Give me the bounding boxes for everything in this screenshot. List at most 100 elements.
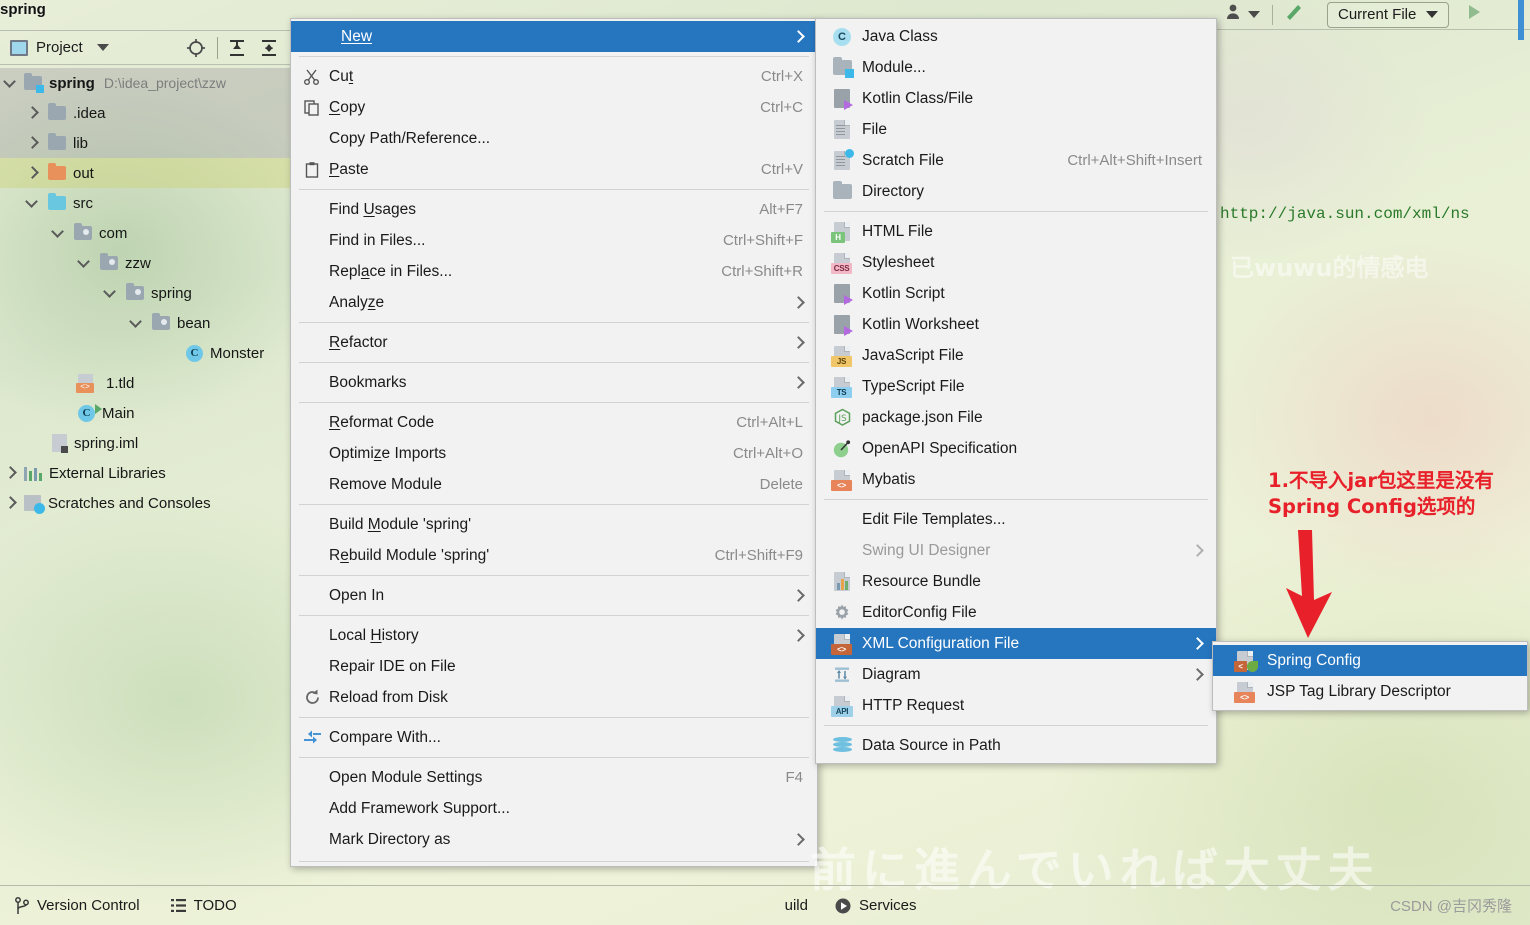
- collapse-all-icon[interactable]: [256, 35, 282, 61]
- menu-item-find-usages[interactable]: Find Usages Alt+F7: [291, 194, 817, 225]
- chevron-right-icon[interactable]: [4, 467, 16, 479]
- project-tree[interactable]: spring D:\idea_project\zzw .idea lib out: [0, 68, 290, 518]
- menu-item-directory[interactable]: Directory: [816, 176, 1216, 207]
- tree-item-com[interactable]: com: [0, 218, 290, 248]
- chevron-down-icon[interactable]: [130, 317, 142, 329]
- menu-item-bookmarks[interactable]: Bookmarks: [291, 367, 817, 398]
- menu-item-typescript-file[interactable]: TS TypeScript File: [816, 371, 1216, 402]
- editor-scrollbar[interactable]: [1518, 0, 1524, 40]
- tree-item-external-libraries[interactable]: External Libraries: [0, 458, 290, 488]
- menu-item-diagram[interactable]: Diagram: [816, 659, 1216, 690]
- chevron-down-icon[interactable]: [1426, 11, 1439, 18]
- run-configuration-selector[interactable]: Current File: [1327, 1, 1450, 28]
- menu-item-shortcut: F4: [785, 769, 803, 786]
- run-icon[interactable]: [1463, 2, 1483, 27]
- menu-item-analyze[interactable]: Analyze: [291, 287, 817, 318]
- status-bar-version-control[interactable]: Version Control: [14, 896, 140, 915]
- menu-item-rebuild-module[interactable]: Rebuild Module 'spring' Ctrl+Shift+F9: [291, 540, 817, 571]
- menu-item-cut[interactable]: Cut Ctrl+X: [291, 61, 817, 92]
- menu-item-openapi-specification[interactable]: OpenAPI Specification: [816, 433, 1216, 464]
- menu-item-label: HTTP Request: [862, 696, 965, 714]
- menu-item-find-in-files[interactable]: Find in Files... Ctrl+Shift+F: [291, 225, 817, 256]
- tree-item-main[interactable]: C Main: [0, 398, 290, 428]
- chevron-down-icon[interactable]: [4, 77, 16, 89]
- tree-item-1-tld[interactable]: <> 1.tld: [0, 368, 290, 398]
- chevron-right-icon[interactable]: [4, 497, 16, 509]
- status-bar-services[interactable]: Services: [834, 897, 917, 915]
- menu-item-package-json-file[interactable]: JS package.json File: [816, 402, 1216, 433]
- menu-item-xml-configuration-file[interactable]: <> XML Configuration File: [816, 628, 1216, 659]
- tree-item-monster[interactable]: C Monster: [0, 338, 290, 368]
- menu-item-replace-in-files[interactable]: Replace in Files... Ctrl+Shift+R: [291, 256, 817, 287]
- menu-item-scratch-file[interactable]: Scratch File Ctrl+Alt+Shift+Insert: [816, 145, 1216, 176]
- menu-item-repair-ide-on-file[interactable]: Repair IDE on File: [291, 651, 817, 682]
- libraries-icon: [24, 465, 42, 481]
- updates-icon[interactable]: [1283, 1, 1305, 28]
- tree-item-bean[interactable]: bean: [0, 308, 290, 338]
- menu-item-module[interactable]: Module...: [816, 52, 1216, 83]
- tree-item-spring-root[interactable]: spring D:\idea_project\zzw: [0, 68, 290, 98]
- tree-item-label: src: [73, 194, 93, 212]
- menu-item-reformat-code[interactable]: Reformat Code Ctrl+Alt+L: [291, 407, 817, 438]
- tree-item-spring-pkg[interactable]: spring: [0, 278, 290, 308]
- chevron-right-icon[interactable]: [26, 137, 38, 149]
- chevron-down-icon[interactable]: [52, 227, 64, 239]
- chevron-right-icon[interactable]: [26, 167, 38, 179]
- menu-item-label: Kotlin Class/File: [862, 89, 974, 107]
- menu-item-copy[interactable]: Copy Ctrl+C: [291, 92, 817, 123]
- xml-configuration-submenu[interactable]: < Spring Config <> JSP Tag Library Descr…: [1212, 641, 1528, 711]
- menu-item-reload-from-disk[interactable]: Reload from Disk: [291, 682, 817, 713]
- menu-item-file[interactable]: File: [816, 114, 1216, 145]
- tree-item-zzw[interactable]: zzw: [0, 248, 290, 278]
- tree-item-spring-iml[interactable]: spring.iml: [0, 428, 290, 458]
- menu-item-build-module[interactable]: Build Module 'spring': [291, 509, 817, 540]
- menu-item-kotlin-worksheet[interactable]: Kotlin Worksheet: [816, 309, 1216, 340]
- status-bar-todo[interactable]: TODO: [170, 897, 237, 914]
- tree-item-src[interactable]: src: [0, 188, 290, 218]
- menu-item-remove-module[interactable]: Remove Module Delete: [291, 469, 817, 500]
- expand-all-icon[interactable]: [224, 35, 250, 61]
- status-bar-build[interactable]: uild: [785, 897, 808, 914]
- new-submenu[interactable]: C Java Class Module... Kotlin Class/File…: [815, 18, 1217, 764]
- menu-item-java-class[interactable]: C Java Class: [816, 21, 1216, 52]
- menu-item-kotlin-script[interactable]: Kotlin Script: [816, 278, 1216, 309]
- menu-item-stylesheet[interactable]: CSS Stylesheet: [816, 247, 1216, 278]
- context-menu[interactable]: New Cut Ctrl+X Copy Ctrl+C Copy Path/Ref…: [290, 18, 818, 867]
- tree-item-out[interactable]: out: [0, 158, 290, 188]
- menu-item-editorconfig-file[interactable]: EditorConfig File: [816, 597, 1216, 628]
- menu-item-optimize-imports[interactable]: Optimize Imports Ctrl+Alt+O: [291, 438, 817, 469]
- chevron-down-icon[interactable]: [104, 287, 116, 299]
- menu-item-data-source-in-path[interactable]: Data Source in Path: [816, 730, 1216, 761]
- menu-item-compare-with[interactable]: Compare With...: [291, 722, 817, 753]
- menu-item-mybatis[interactable]: <> Mybatis: [816, 464, 1216, 495]
- file-icon: [830, 120, 854, 139]
- menu-item-edit-file-templates[interactable]: Edit File Templates...: [816, 504, 1216, 535]
- locate-icon[interactable]: [183, 35, 209, 61]
- menu-item-kotlin-class-file[interactable]: Kotlin Class/File: [816, 83, 1216, 114]
- menu-item-open-module-settings[interactable]: Open Module Settings F4: [291, 762, 817, 793]
- user-icon[interactable]: [1224, 2, 1244, 27]
- chevron-right-icon[interactable]: [26, 107, 38, 119]
- menu-item-add-framework-support[interactable]: Add Framework Support...: [291, 793, 817, 824]
- menu-item-label: JavaScript File: [862, 346, 964, 364]
- menu-item-local-history[interactable]: Local History: [291, 620, 817, 651]
- menu-item-javascript-file[interactable]: JS JavaScript File: [816, 340, 1216, 371]
- tree-item-scratches-and-consoles[interactable]: Scratches and Consoles: [0, 488, 290, 518]
- menu-item-jsp-tag-library-descriptor[interactable]: <> JSP Tag Library Descriptor: [1213, 676, 1527, 707]
- menu-item-open-in[interactable]: Open In: [291, 580, 817, 611]
- menu-item-spring-config[interactable]: < Spring Config: [1213, 645, 1527, 676]
- tree-item-lib[interactable]: lib: [0, 128, 290, 158]
- menu-item-refactor[interactable]: Refactor: [291, 327, 817, 358]
- menu-item-mark-directory-as[interactable]: Mark Directory as: [291, 824, 817, 855]
- chevron-down-icon[interactable]: [96, 44, 109, 51]
- menu-item-http-request[interactable]: API HTTP Request: [816, 690, 1216, 721]
- menu-item-html-file[interactable]: H HTML File: [816, 216, 1216, 247]
- menu-item-copy-path-reference[interactable]: Copy Path/Reference...: [291, 123, 817, 154]
- menu-item-resource-bundle[interactable]: Resource Bundle: [816, 566, 1216, 597]
- chevron-down-icon[interactable]: [78, 257, 90, 269]
- menu-item-new[interactable]: New: [291, 21, 817, 52]
- menu-item-paste[interactable]: Paste Ctrl+V: [291, 154, 817, 185]
- chevron-down-icon[interactable]: [1248, 11, 1260, 18]
- chevron-down-icon[interactable]: [26, 197, 38, 209]
- tree-item-idea[interactable]: .idea: [0, 98, 290, 128]
